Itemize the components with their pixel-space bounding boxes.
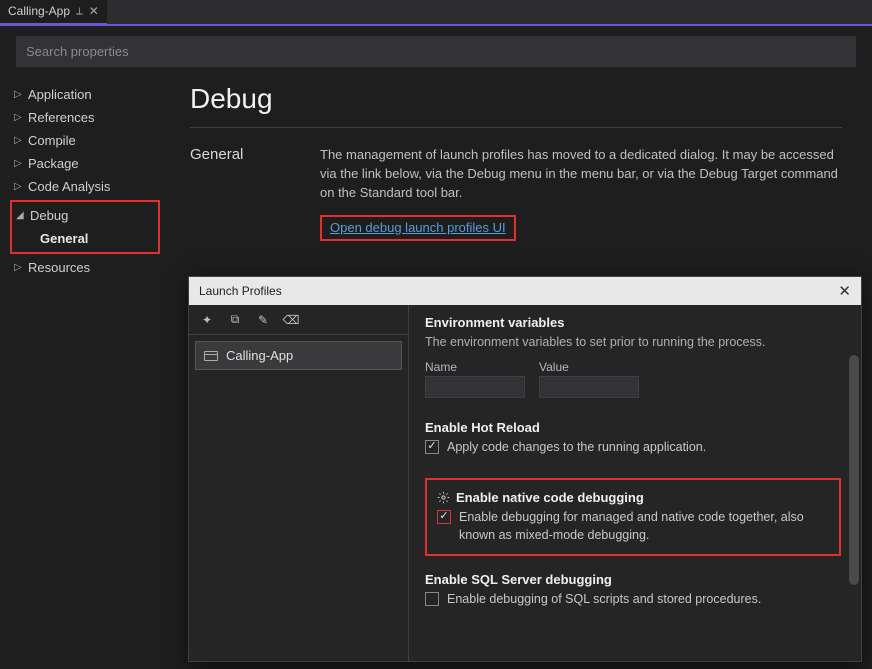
sidebar-item-resources[interactable]: ▷Resources — [10, 256, 160, 279]
section-label: General — [190, 146, 280, 241]
document-tab[interactable]: Calling-App ⟂ ✕ — [0, 0, 107, 25]
divider — [190, 127, 842, 128]
sql-debug-title: Enable SQL Server debugging — [425, 572, 841, 587]
sql-debug-checkbox[interactable] — [425, 592, 439, 606]
properties-sidebar: ▷Application ▷References ▷Compile ▷Packa… — [0, 73, 160, 279]
profile-toolbar: ✦ ⧉ ✎ ⌫ — [189, 305, 408, 335]
chevron-right-icon: ▷ — [14, 135, 28, 146]
profile-name: Calling-App — [226, 348, 293, 363]
tab-title: Calling-App — [8, 4, 70, 18]
open-launch-profiles-link[interactable]: Open debug launch profiles UI — [330, 220, 506, 235]
gear-icon — [437, 491, 450, 504]
delete-profile-icon[interactable]: ⌫ — [283, 312, 299, 328]
env-name-label: Name — [425, 360, 525, 374]
hot-reload-group: Enable Hot Reload Apply code changes to … — [425, 420, 841, 457]
chevron-right-icon: ▷ — [14, 181, 28, 192]
chevron-right-icon: ▷ — [14, 89, 28, 100]
sidebar-item-references[interactable]: ▷References — [10, 106, 160, 129]
dialog-left-panel: ✦ ⧉ ✎ ⌫ Calling-App — [189, 305, 409, 661]
chevron-right-icon: ▷ — [14, 112, 28, 123]
chevron-right-icon: ▷ — [14, 262, 28, 273]
profile-item[interactable]: Calling-App — [195, 341, 402, 370]
page-title: Debug — [190, 83, 842, 115]
native-debug-title: Enable native code debugging — [437, 490, 829, 505]
sidebar-item-compile[interactable]: ▷Compile — [10, 129, 160, 152]
pin-icon[interactable]: ⟂ — [76, 6, 83, 17]
rename-profile-icon[interactable]: ✎ — [255, 312, 271, 328]
close-icon[interactable]: ✕ — [89, 4, 99, 18]
chevron-right-icon: ▷ — [14, 158, 28, 169]
sql-debug-group: Enable SQL Server debugging Enable debug… — [425, 572, 841, 609]
sidebar-item-debug[interactable]: ◢Debug — [12, 204, 158, 227]
sql-debug-label: Enable debugging of SQL scripts and stor… — [447, 591, 761, 609]
env-value-input[interactable] — [539, 376, 639, 398]
tab-bar: Calling-App ⟂ ✕ — [0, 0, 872, 26]
native-debug-label: Enable debugging for managed and native … — [459, 509, 829, 544]
hot-reload-label: Apply code changes to the running applic… — [447, 439, 706, 457]
sidebar-debug-highlight: ◢Debug General — [10, 200, 160, 254]
launch-profiles-dialog: Launch Profiles ✕ ✦ ⧉ ✎ ⌫ Calling-App En… — [188, 276, 862, 662]
env-value-label: Value — [539, 360, 639, 374]
content-area: Debug General The management of launch p… — [160, 73, 872, 279]
env-variables-group: Environment variables The environment va… — [425, 315, 841, 398]
sidebar-item-package[interactable]: ▷Package — [10, 152, 160, 175]
launch-profiles-link-highlight: Open debug launch profiles UI — [320, 215, 516, 242]
chevron-down-icon: ◢ — [16, 210, 30, 221]
env-desc: The environment variables to set prior t… — [425, 334, 841, 352]
project-icon — [204, 351, 218, 361]
sidebar-item-application[interactable]: ▷Application — [10, 83, 160, 106]
sidebar-item-code-analysis[interactable]: ▷Code Analysis — [10, 175, 160, 198]
native-debug-highlight: Enable native code debugging Enable debu… — [425, 478, 841, 556]
dialog-right-panel: Environment variables The environment va… — [409, 305, 861, 661]
profile-list: Calling-App — [189, 335, 408, 376]
search-row — [16, 36, 856, 67]
hot-reload-checkbox[interactable] — [425, 440, 439, 454]
env-title: Environment variables — [425, 315, 841, 330]
dialog-title-text: Launch Profiles — [199, 284, 282, 298]
duplicate-profile-icon[interactable]: ⧉ — [227, 312, 243, 328]
new-profile-icon[interactable]: ✦ — [199, 312, 215, 328]
sidebar-item-debug-general[interactable]: General — [12, 227, 158, 250]
env-name-input[interactable] — [425, 376, 525, 398]
hot-reload-title: Enable Hot Reload — [425, 420, 841, 435]
native-debug-checkbox[interactable] — [437, 510, 451, 524]
dialog-close-icon[interactable]: ✕ — [838, 282, 851, 300]
section-description: The management of launch profiles has mo… — [320, 146, 842, 203]
search-input[interactable] — [16, 36, 856, 67]
dialog-titlebar: Launch Profiles ✕ — [189, 277, 861, 305]
scrollbar[interactable] — [849, 355, 859, 585]
section-body: The management of launch profiles has mo… — [320, 146, 842, 241]
